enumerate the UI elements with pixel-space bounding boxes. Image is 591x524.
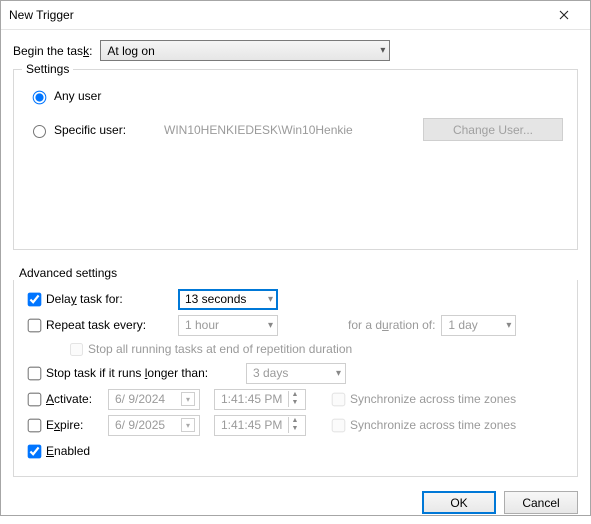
chevron-down-icon: ▾ [268,320,273,331]
enabled-checkbox[interactable] [28,444,42,458]
expire-row: Expire: 6/ 9/2025 ▾ 1:41:45 PM ▲▼ Synchr… [24,412,567,438]
activate-sync-checkbox [332,392,346,406]
titlebar: New Trigger [1,1,590,30]
close-icon [559,10,569,20]
specific-user-radio[interactable] [33,125,46,138]
repeat-value: 1 hour [185,318,219,332]
activate-row: Activate: 6/ 9/2024 ▾ 1:41:45 PM ▲▼ Sync… [24,386,567,412]
begin-task-row: Begin the task: At log on ▾ [13,40,578,61]
repeat-checkbox[interactable] [28,318,42,332]
settings-legend: Settings [22,62,73,76]
footer: OK Cancel [1,485,590,524]
advanced-legend: Advanced settings [13,266,578,280]
chevron-down-icon: ▾ [336,368,341,379]
begin-task-value: At log on [107,44,154,58]
begin-task-dropdown[interactable]: At log on ▾ [100,40,390,61]
expire-sync-label: Synchronize across time zones [350,418,516,432]
window: New Trigger Begin the task: At log on ▾ … [0,0,591,516]
advanced-group: Delay task for: 13 seconds ▾ Repeat task… [13,271,578,477]
expire-time: 1:41:45 PM ▲▼ [214,415,306,436]
stop-all-row: Stop all running tasks at end of repetit… [24,338,567,360]
expire-date: 6/ 9/2025 ▾ [108,415,200,436]
specific-user-value: WIN10HENKIEDESK\Win10Henkie [164,123,423,137]
any-user-label: Any user [54,89,101,103]
window-title: New Trigger [9,8,74,22]
stop-long-combo: 3 days ▾ [246,363,346,384]
stop-long-label: Stop task if it runs longer than: [46,366,246,380]
activate-sync-label: Synchronize across time zones [350,392,516,406]
expire-label: Expire: [46,418,108,432]
specific-user-label: Specific user: [54,123,164,137]
stop-long-row: Stop task if it runs longer than: 3 days… [24,360,567,386]
duration-combo: 1 day ▾ [441,315,516,336]
ok-button[interactable]: OK [422,491,496,514]
repeat-label: Repeat task every: [46,318,178,332]
duration-label: for a duration of: [348,318,435,332]
begin-task-label: Begin the task: [13,44,92,58]
delay-label: Delay task for: [46,292,178,306]
spinner-icon: ▲▼ [288,417,301,433]
expire-checkbox[interactable] [28,418,42,432]
activate-date: 6/ 9/2024 ▾ [108,389,200,410]
stop-all-checkbox [70,343,83,356]
close-button[interactable] [544,1,584,29]
any-user-radio[interactable] [33,91,47,105]
enabled-label: Enabled [46,444,90,458]
chevron-down-icon: ▾ [268,294,273,305]
stop-long-value: 3 days [253,366,288,380]
repeat-combo: 1 hour ▾ [178,315,278,336]
activate-time: 1:41:45 PM ▲▼ [214,389,306,410]
delay-value: 13 seconds [185,292,246,306]
chevron-down-icon: ▾ [380,45,385,56]
stop-all-label: Stop all running tasks at end of repetit… [88,342,352,356]
chevron-down-icon: ▾ [506,320,511,331]
activate-sync-row: Synchronize across time zones [328,390,516,409]
calendar-icon: ▾ [181,392,195,406]
delay-combo[interactable]: 13 seconds ▾ [178,289,278,310]
delay-checkbox[interactable] [28,292,42,306]
change-user-button: Change User... [423,118,563,141]
specific-user-row: Specific user: WIN10HENKIEDESK\Win10Henk… [28,118,563,141]
expire-sync-row: Synchronize across time zones [328,416,516,435]
content: Begin the task: At log on ▾ Settings Any… [1,30,590,485]
activate-checkbox[interactable] [28,392,42,406]
settings-group: Settings Any user Specific user: WIN10HE… [13,69,578,250]
duration-value: 1 day [448,318,477,332]
repeat-row: Repeat task every: 1 hour ▾ for a durati… [24,312,567,338]
calendar-icon: ▾ [181,418,195,432]
spinner-icon: ▲▼ [288,391,301,407]
expire-sync-checkbox [332,418,346,432]
stop-long-checkbox[interactable] [28,366,42,380]
any-user-row: Any user [28,88,563,104]
enabled-row: Enabled [24,438,567,464]
delay-row: Delay task for: 13 seconds ▾ [24,286,567,312]
cancel-button[interactable]: Cancel [504,491,578,514]
activate-label: Activate: [46,392,108,406]
